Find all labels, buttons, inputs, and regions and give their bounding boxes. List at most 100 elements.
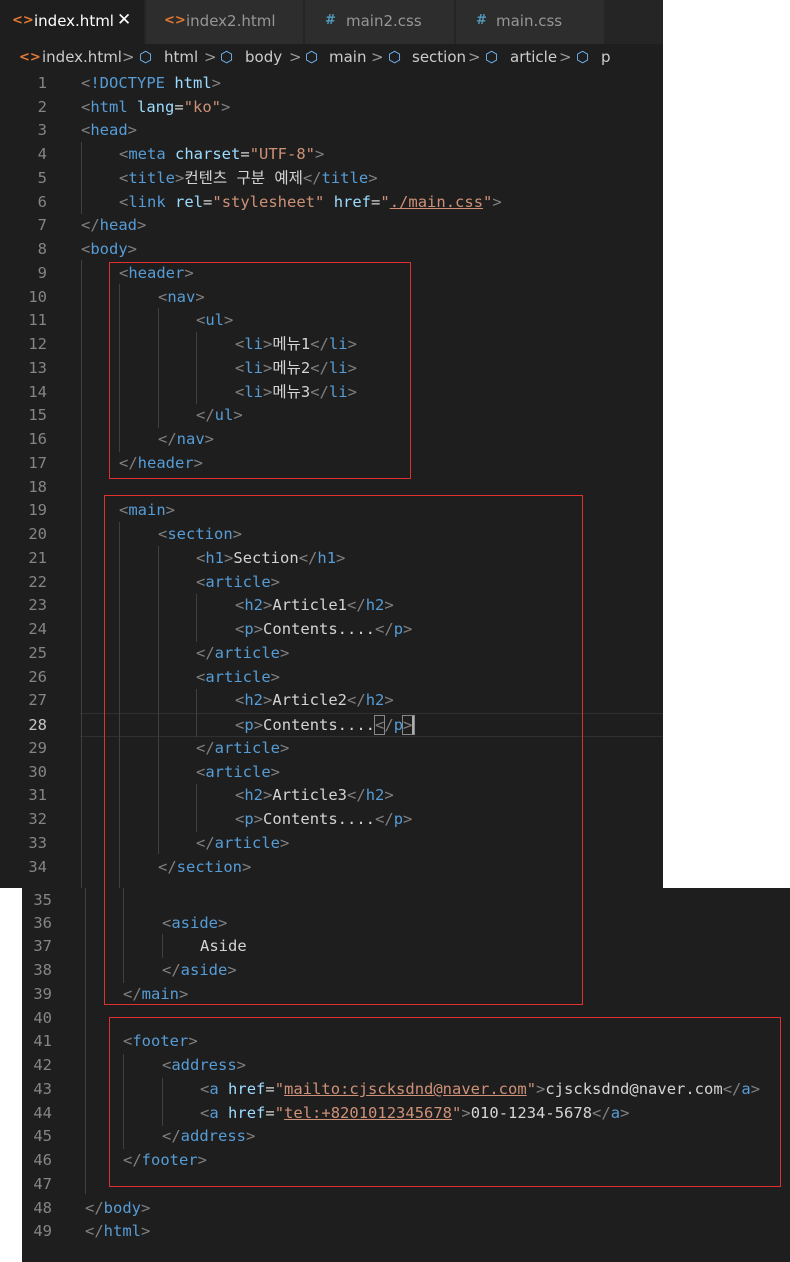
code-text[interactable]: <meta charset="UTF-8"> xyxy=(119,142,324,166)
tab-label: index.html xyxy=(34,12,114,30)
breadcrumb-p[interactable]: p xyxy=(601,48,611,66)
code-line[interactable]: 2 <html lang="ko"> xyxy=(0,95,663,119)
line-number: 4 xyxy=(37,145,47,163)
line-number: 9 xyxy=(37,264,47,282)
line-number: 22 xyxy=(28,573,47,591)
footer-annotation-box xyxy=(109,1017,781,1187)
line-number: 11 xyxy=(28,311,47,329)
cube-icon: ⬡ xyxy=(305,48,319,66)
line-number: 30 xyxy=(28,763,47,781)
line-number: 18 xyxy=(28,478,47,496)
line-number: 28 xyxy=(28,716,47,734)
line-number: 46 xyxy=(33,1151,52,1169)
tab-main-css[interactable]: # main.css xyxy=(456,0,605,44)
code-line[interactable]: 8 <body> xyxy=(0,237,663,261)
code-line[interactable]: 48 </body> xyxy=(22,1196,790,1220)
css-file-icon: # xyxy=(325,13,336,28)
line-number: 7 xyxy=(37,216,47,234)
tab-bar: <> index.html ✕ <> index2.html # main2.c… xyxy=(0,0,663,44)
main-annotation-box xyxy=(104,495,583,1005)
code-line[interactable]: 5 <title>컨텐츠 구분 예제</title> xyxy=(0,166,663,190)
breadcrumb-html[interactable]: html xyxy=(164,48,198,66)
line-number: 16 xyxy=(28,430,47,448)
chevron-right-icon: > xyxy=(559,48,572,66)
line-number: 34 xyxy=(28,858,47,876)
tab-index2-html[interactable]: <> index2.html xyxy=(146,0,304,44)
line-number: 6 xyxy=(37,193,47,211)
header-annotation-box xyxy=(109,262,411,479)
css-file-icon: # xyxy=(476,13,487,28)
code-text[interactable]: <!DOCTYPE html> xyxy=(81,71,221,95)
code-line[interactable]: 3 <head> xyxy=(0,118,663,142)
html-file-icon: <> xyxy=(19,50,41,65)
line-number: 40 xyxy=(33,1009,52,1027)
line-number: 48 xyxy=(33,1199,52,1217)
chevron-right-icon: > xyxy=(122,48,135,66)
line-number: 21 xyxy=(28,549,47,567)
line-number: 17 xyxy=(28,454,47,472)
html-file-icon: <> xyxy=(12,13,34,28)
chevron-right-icon: > xyxy=(204,48,217,66)
breadcrumb-main[interactable]: main xyxy=(329,48,366,66)
line-number: 45 xyxy=(33,1127,52,1145)
chevron-right-icon: > xyxy=(371,48,384,66)
breadcrumb-article[interactable]: article xyxy=(510,48,557,66)
tab-label: main.css xyxy=(496,12,563,30)
line-number: 8 xyxy=(37,240,47,258)
close-icon[interactable]: ✕ xyxy=(117,10,131,30)
line-number: 24 xyxy=(28,620,47,638)
line-number: 20 xyxy=(28,525,47,543)
tab-label: index2.html xyxy=(186,12,276,30)
breadcrumb-body[interactable]: body xyxy=(245,48,282,66)
chevron-right-icon: > xyxy=(289,48,302,66)
cube-icon: ⬡ xyxy=(139,48,153,66)
line-number: 5 xyxy=(37,169,47,187)
chevron-right-icon: > xyxy=(468,48,481,66)
line-number: 41 xyxy=(33,1032,52,1050)
html-file-icon: <> xyxy=(164,13,186,28)
cube-icon: ⬡ xyxy=(220,48,234,66)
code-text[interactable]: </body> xyxy=(85,1196,150,1220)
breadcrumb: <> index.html > ⬡ html > ⬡ body > ⬡ main… xyxy=(0,44,663,72)
line-number: 43 xyxy=(33,1080,52,1098)
tab-label: main2.css xyxy=(346,12,422,30)
line-number: 42 xyxy=(33,1056,52,1074)
code-text[interactable]: </html> xyxy=(85,1219,150,1243)
line-number: 49 xyxy=(33,1222,52,1240)
breadcrumb-section[interactable]: section xyxy=(412,48,466,66)
css-link[interactable]: ./main.css xyxy=(390,193,483,211)
line-number: 13 xyxy=(28,359,47,377)
line-number: 38 xyxy=(33,961,52,979)
line-number: 37 xyxy=(33,937,52,955)
line-number: 29 xyxy=(28,739,47,757)
code-text[interactable]: <body> xyxy=(81,237,137,261)
code-line[interactable]: 49 </html> xyxy=(22,1219,790,1243)
code-text[interactable]: <title>컨텐츠 구분 예제</title> xyxy=(119,166,378,190)
cube-icon: ⬡ xyxy=(485,48,499,66)
line-number: 33 xyxy=(28,834,47,852)
code-line[interactable]: 6 <link rel="stylesheet" href="./main.cs… xyxy=(0,190,663,214)
line-number: 44 xyxy=(33,1104,52,1122)
code-line[interactable]: 4 <meta charset="UTF-8"> xyxy=(0,142,663,166)
code-text[interactable]: <html lang="ko"> xyxy=(81,95,230,119)
line-number: 47 xyxy=(33,1175,52,1193)
code-text[interactable]: <head> xyxy=(81,118,137,142)
code-line[interactable]: 7 </head> xyxy=(0,213,663,237)
code-text[interactable]: </head> xyxy=(81,213,146,237)
line-number: 19 xyxy=(28,501,47,519)
line-number: 26 xyxy=(28,668,47,686)
tab-index-html[interactable]: <> index.html ✕ xyxy=(0,0,145,44)
line-number: 32 xyxy=(28,810,47,828)
line-number: 36 xyxy=(33,914,52,932)
code-line[interactable]: 1 <!DOCTYPE html> xyxy=(0,71,663,95)
breadcrumb-file[interactable]: index.html xyxy=(42,48,122,66)
line-number: 27 xyxy=(28,691,47,709)
tab-main2-css[interactable]: # main2.css xyxy=(305,0,455,44)
line-number: 23 xyxy=(28,596,47,614)
line-number: 10 xyxy=(28,288,47,306)
line-number: 15 xyxy=(28,406,47,424)
code-text[interactable]: <link rel="stylesheet" href="./main.css"… xyxy=(119,190,502,214)
line-number: 3 xyxy=(37,121,47,139)
line-number: 25 xyxy=(28,644,47,662)
line-number: 2 xyxy=(37,98,47,116)
